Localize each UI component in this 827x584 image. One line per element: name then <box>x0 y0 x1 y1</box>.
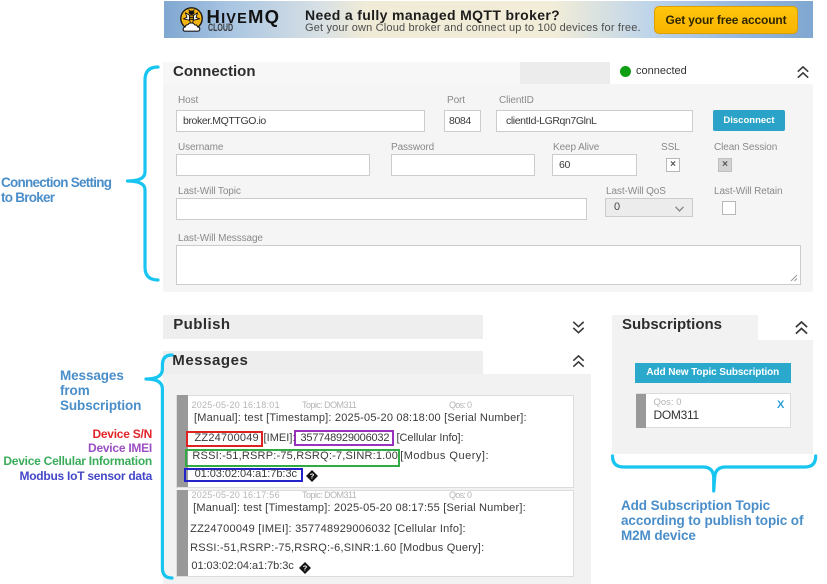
svg-text:?: ? <box>303 563 308 572</box>
svg-text:?: ? <box>309 471 314 480</box>
